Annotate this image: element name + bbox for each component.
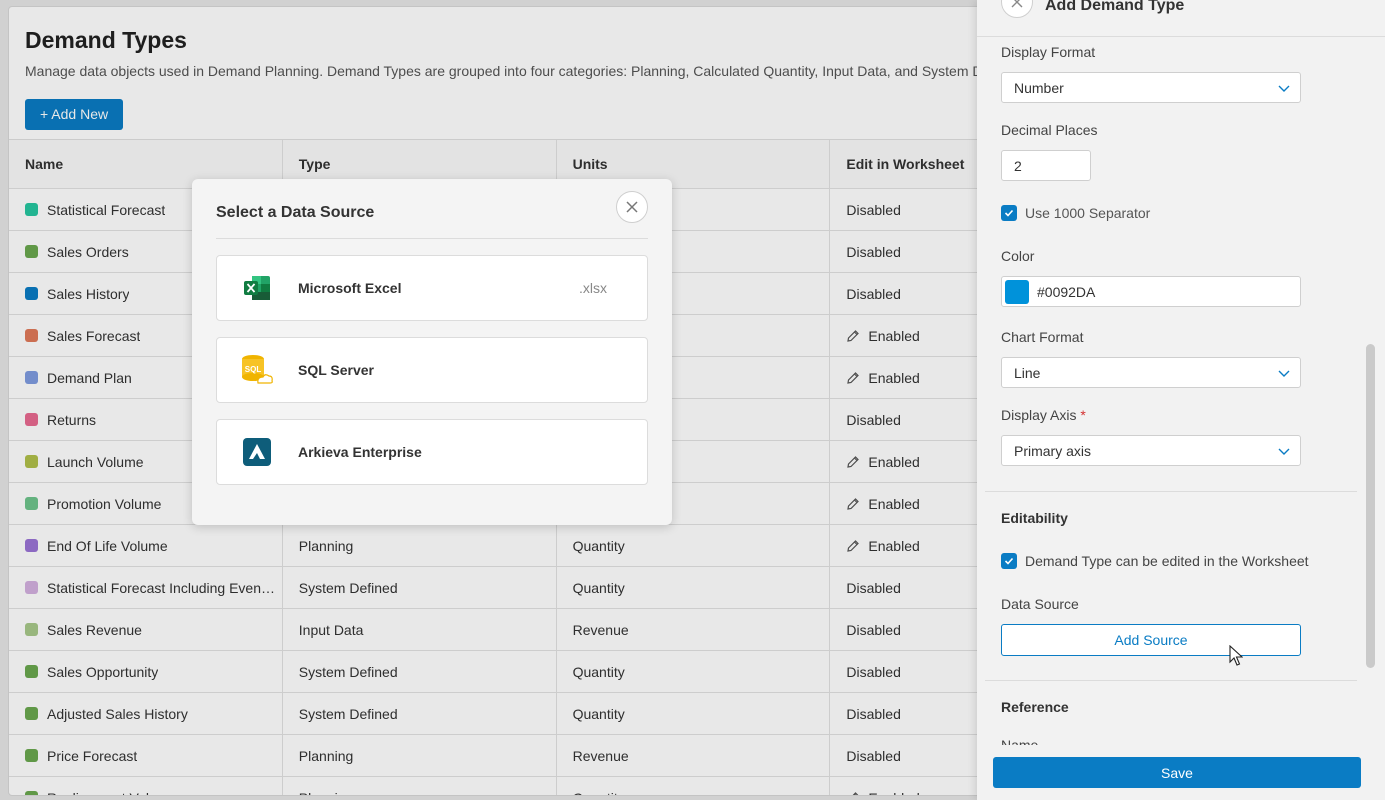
panel-close-button[interactable] (1001, 0, 1033, 18)
excel-icon (237, 268, 277, 308)
chevron-down-icon (1278, 448, 1290, 455)
source-extension: .xlsx (579, 280, 607, 296)
select-data-source-modal: Select a Data Source Microsoft Excel .xl… (192, 179, 672, 525)
chart-format-value: Line (1014, 364, 1041, 381)
source-label: Arkieva Enterprise (298, 444, 422, 460)
sql-server-icon: SQL (237, 350, 277, 390)
display-axis-label-text: Display Axis (1001, 407, 1077, 423)
color-value: #0092DA (1037, 283, 1096, 300)
svg-text:SQL: SQL (245, 365, 262, 374)
editable-in-worksheet-checkbox[interactable]: Demand Type can be edited in the Workshe… (1001, 553, 1309, 569)
source-label: Microsoft Excel (298, 280, 402, 296)
close-icon (626, 201, 638, 213)
add-demand-type-panel: Add Demand Type Display Format Number De… (977, 0, 1385, 800)
color-swatch[interactable] (1005, 279, 1029, 304)
color-input[interactable]: #0092DA (1001, 276, 1301, 307)
section-divider (985, 491, 1357, 492)
use-separator-checkbox[interactable]: Use 1000 Separator (1001, 205, 1150, 221)
checkbox-checked-icon (1001, 205, 1017, 221)
display-axis-select[interactable]: Primary axis (1001, 435, 1301, 466)
modal-close-button[interactable] (616, 191, 648, 223)
editability-title: Editability (1001, 510, 1068, 526)
required-indicator: * (1080, 407, 1086, 423)
color-label: Color (1001, 248, 1035, 264)
use-separator-label: Use 1000 Separator (1025, 205, 1151, 221)
reference-title: Reference (1001, 699, 1069, 715)
data-source-label: Data Source (1001, 596, 1079, 612)
chart-format-label: Chart Format (1001, 329, 1084, 345)
add-source-button[interactable]: Add Source (1001, 624, 1301, 656)
source-label: SQL Server (298, 362, 375, 378)
section-divider (985, 680, 1357, 681)
chevron-down-icon (1278, 370, 1290, 377)
source-option-sql-server[interactable]: SQL SQL Server (216, 337, 648, 403)
modal-divider (216, 238, 648, 239)
chart-format-select[interactable]: Line (1001, 357, 1301, 388)
decimal-places-input[interactable]: 2 (1001, 150, 1091, 181)
checkbox-checked-icon (1001, 553, 1017, 569)
close-icon (1011, 0, 1023, 8)
display-axis-value: Primary axis (1014, 442, 1092, 459)
editable-in-worksheet-label: Demand Type can be edited in the Workshe… (1025, 553, 1309, 569)
decimal-places-label: Decimal Places (1001, 122, 1098, 138)
panel-title: Add Demand Type (1045, 0, 1185, 14)
display-format-label: Display Format (1001, 44, 1096, 60)
display-format-select[interactable]: Number (1001, 72, 1301, 103)
save-button[interactable]: Save (993, 757, 1361, 788)
panel-scrollbar[interactable] (1366, 344, 1375, 668)
panel-header: Add Demand Type (977, 0, 1385, 37)
chevron-down-icon (1278, 85, 1290, 92)
source-option-arkieva[interactable]: Arkieva Enterprise (216, 419, 648, 485)
modal-title: Select a Data Source (216, 204, 375, 221)
display-axis-label: Display Axis * (1001, 407, 1086, 423)
source-option-excel[interactable]: Microsoft Excel .xlsx (216, 255, 648, 321)
arkieva-icon (237, 432, 277, 472)
mouse-cursor-icon (1229, 645, 1243, 666)
display-format-value: Number (1014, 79, 1064, 96)
